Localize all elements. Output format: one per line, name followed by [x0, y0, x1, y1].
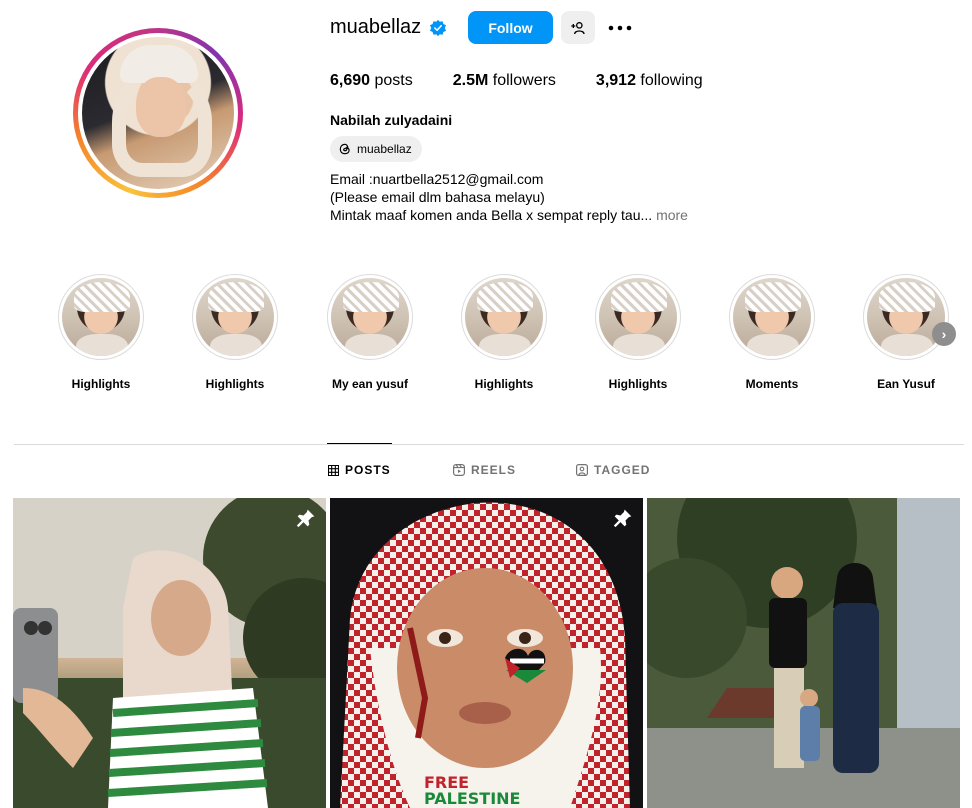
threads-link[interactable]: muabellaz	[330, 136, 422, 162]
username-text: muabellaz	[330, 16, 422, 38]
threads-icon	[339, 143, 350, 155]
profile-full-name: Nabilah zulyadaini	[330, 112, 453, 128]
highlight-cover	[733, 278, 811, 356]
tabs-divider	[14, 444, 964, 445]
highlight-label: Highlights	[71, 377, 131, 391]
following-stat[interactable]: 3,912 following	[596, 72, 703, 90]
highlight-label: Highlights	[608, 377, 668, 391]
pinned-icon	[296, 509, 315, 528]
highlight-label: Highlights	[205, 377, 265, 391]
add-user-icon	[571, 21, 585, 34]
tagged-icon	[576, 464, 588, 476]
posts-stat: 6,690 posts	[330, 72, 413, 90]
post-overlay-text: FREE PALESTINE	[424, 775, 520, 807]
followers-count: 2.5M	[452, 72, 489, 89]
following-label: following	[640, 72, 703, 89]
suggested-users-button[interactable]	[561, 11, 595, 44]
more-options-button[interactable]	[606, 15, 634, 41]
bio-line-apology-text: Mintak maaf komen anda Bella x sempat re…	[330, 207, 653, 223]
highlight-item[interactable]: My ean yusuf	[315, 274, 425, 391]
post-image	[647, 498, 960, 808]
profile-tabs: POSTS REELS TAGGED	[0, 463, 972, 483]
more-dots-icon	[608, 25, 632, 31]
post-thumbnail[interactable]	[647, 498, 960, 808]
post-thumbnail[interactable]	[13, 498, 326, 808]
verified-badge-icon	[430, 19, 447, 36]
bio-line-note: (Please email dlm bahasa melayu)	[330, 189, 545, 205]
pinned-icon	[613, 509, 632, 528]
highlight-label: Moments	[745, 377, 799, 391]
avatar-photo	[82, 37, 234, 189]
highlight-cover	[465, 278, 543, 356]
tab-reels-label: REELS	[471, 463, 517, 477]
followers-stat[interactable]: 2.5M followers	[453, 72, 556, 90]
story-highlights: Highlights Highlights My ean yusuf Highl…	[0, 274, 972, 394]
tab-posts[interactable]: POSTS	[328, 463, 391, 477]
posts-label: posts	[374, 72, 413, 89]
profile-bio: Email :nuartbella2512@gmail.com (Please …	[330, 170, 688, 224]
highlight-item[interactable]: Highlights	[46, 274, 156, 391]
bio-more-link[interactable]: more	[656, 207, 688, 223]
profile-avatar[interactable]	[73, 28, 243, 198]
post-image	[330, 498, 643, 808]
following-count: 3,912	[595, 72, 636, 89]
highlight-item[interactable]: Highlights	[583, 274, 693, 391]
bio-line-email: Email :nuartbella2512@gmail.com	[330, 171, 544, 187]
highlight-item[interactable]: Moments	[717, 274, 827, 391]
posts-count: 6,690	[330, 72, 371, 89]
post-thumbnail[interactable]: FREE PALESTINE	[330, 498, 643, 808]
highlight-label: Highlights	[474, 377, 534, 391]
chevron-right-icon: ›	[941, 326, 947, 342]
highlight-label: My ean yusuf	[331, 377, 409, 391]
tab-posts-label: POSTS	[345, 463, 391, 477]
tab-reels[interactable]: REELS	[453, 463, 516, 477]
highlight-item[interactable]: Highlights	[449, 274, 559, 391]
tab-tagged[interactable]: TAGGED	[576, 463, 650, 477]
profile-username: muabellaz	[330, 16, 447, 39]
highlight-cover	[62, 278, 140, 356]
active-tab-indicator	[327, 443, 392, 444]
bio-line-apology: Mintak maaf komen anda Bella x sempat re…	[330, 206, 688, 224]
grid-icon	[328, 464, 339, 476]
highlights-next-button[interactable]: ›	[932, 322, 956, 346]
profile-stats: 6,690 posts 2.5M followers 3,912 followi…	[330, 72, 743, 90]
highlight-item[interactable]: Highlights	[180, 274, 290, 391]
highlight-cover	[331, 278, 409, 356]
highlight-cover	[867, 278, 945, 356]
follow-button[interactable]: Follow	[468, 11, 553, 44]
overlay-text-palestine: PALESTINE	[424, 789, 521, 808]
highlight-label: Ean Yusuf	[877, 377, 935, 391]
reels-icon	[453, 464, 465, 476]
threads-handle: muabellaz	[357, 142, 412, 156]
tab-tagged-label: TAGGED	[594, 463, 651, 477]
highlight-cover	[196, 278, 274, 356]
highlight-cover	[599, 278, 677, 356]
post-image	[13, 498, 326, 808]
followers-label: followers	[492, 72, 556, 89]
